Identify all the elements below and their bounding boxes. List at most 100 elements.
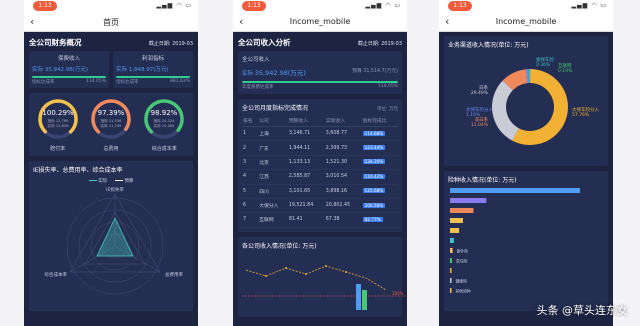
gauge-label: 综合成本率 — [151, 146, 177, 152]
table-cell-company: 互联网 — [258, 212, 288, 228]
table-row[interactable]: 6 大保分入 19,521.84 20,802.45 106.56% — [242, 198, 398, 214]
profit-actual-value: 1,848.97(万元) — [128, 67, 169, 73]
hbar[interactable] — [450, 218, 463, 223]
table-header[interactable]: 排名 — [242, 115, 259, 127]
hbar[interactable] — [450, 258, 452, 263]
table-row[interactable]: 3 北京 1,133.13 1,521.30 134.26% — [242, 155, 398, 171]
table-cell-company: 上海 — [258, 126, 288, 142]
donut-title: 业务渠道收入情况(单位: 万元) — [448, 42, 529, 49]
hbar[interactable] — [450, 248, 453, 253]
table-cell-company: 江苏 — [258, 169, 288, 185]
gauge-ring: 100.29% 指标 12,789 实际 12,826 — [37, 99, 78, 139]
gauge-ring: 98.92% 指标 24,324 实际 24,065 — [144, 99, 185, 139]
table-cell-ratio: 116.42% — [361, 169, 398, 185]
table-cell-actual: 3,898.16 — [324, 184, 362, 199]
radar-chart: IE损失率 总费用率 综合成本率 — [45, 186, 183, 295]
hbar-title: 险种收入情况(单位: 万元) — [448, 177, 517, 184]
page-title: Income_mobile — [495, 17, 557, 26]
table-cell-ratio: 125.68% — [361, 184, 398, 199]
budget-label: 预算 — [352, 69, 362, 74]
hbar[interactable] — [450, 198, 487, 203]
profit-card[interactable]: 利润指标 实际 1,848.97(万元) 指标达成率 881.63% — [113, 51, 193, 88]
table-cell-budget: 3,146.71 — [287, 126, 325, 142]
ratio-badge: 134.26% — [362, 159, 386, 165]
table-title: 全公司月度指标完成情况 — [242, 105, 309, 112]
hbar-card: 险种收入情况(单位: 万元) 意外险 责任险 健康险 其他险种 — [444, 171, 608, 311]
table-cell-rank: 5 — [242, 184, 259, 199]
premium-progress-pct: 114.05% — [85, 79, 106, 84]
premium-card[interactable]: 保费收入 实际 35,942.98(万元) 指标达成率 114.05% — [29, 51, 109, 88]
radar-axis-label: 综合成本率 — [45, 271, 68, 278]
gauge-combined-cost[interactable]: 98.92% 指标 24,324 实际 24,065 综合成本率 — [138, 97, 190, 152]
gauge-loss-ratio[interactable]: 100.29% 指标 12,789 实际 12,826 赔付率 — [32, 97, 84, 152]
table-cell-rank: 3 — [242, 155, 259, 171]
hbar[interactable] — [450, 208, 474, 213]
table-row[interactable]: 4 江苏 2,585.87 3,010.54 116.42% — [242, 169, 398, 185]
gauge-row1: 指标 12,789 — [47, 118, 69, 123]
income-progress-bar — [242, 81, 398, 83]
table-row[interactable]: 2 广东 1,944.11 2,399.73 123.44% — [242, 140, 398, 156]
table-cell-budget: 1,944.11 — [287, 140, 325, 156]
signal-wifi-battery-icon: ▂▄▆ ◠ ▭ — [571, 2, 607, 9]
gauge-row2: 实际 12,826 — [47, 123, 69, 128]
donut-label-name: 互联网 — [558, 62, 572, 69]
income-progress-label: 年度保费达成率 — [242, 85, 274, 90]
hbar[interactable] — [450, 238, 454, 243]
profit-progress-pct: 881.63% — [169, 79, 190, 84]
gauge-label: 赔付率 — [50, 146, 66, 152]
table-header[interactable]: 实际收入 — [324, 115, 362, 127]
donut-label-name: 壹保车险 — [536, 56, 554, 63]
hbar[interactable] — [450, 268, 452, 273]
table-header[interactable]: 公司 — [258, 115, 288, 127]
gauge-pct: 100.29% — [42, 109, 73, 117]
income-progress-fill — [242, 81, 398, 83]
hbar[interactable] — [450, 278, 452, 283]
hbar[interactable] — [450, 228, 460, 233]
table-header[interactable]: 预算收入 — [287, 115, 325, 127]
table-cell-ratio: 123.44% — [361, 140, 398, 156]
table-cell-actual: 2,399.73 — [324, 140, 362, 156]
premium-title: 保费收入 — [57, 56, 80, 62]
hbar-label: 其他险种 — [456, 289, 471, 294]
table-cell-rank: 1 — [242, 126, 259, 142]
radar-title: IE损失率、总费用率、综合成本率 — [33, 167, 123, 174]
table-cell-rank: 2 — [242, 140, 259, 156]
table-cell-ratio: 114.68% — [361, 126, 398, 142]
donut-label-pct: 57.76% — [572, 112, 590, 118]
table-cell-budget: 1,133.13 — [287, 155, 325, 171]
radar-axis-label: IE损失率 — [106, 186, 124, 193]
table-cell-company: 广东 — [258, 140, 288, 156]
table-cell-budget: 19,521.84 — [287, 198, 325, 214]
table-cell-budget: 81.41 — [287, 212, 325, 228]
date-label: 截止日期: 2019-03 — [148, 41, 193, 47]
monthly-table-card: 全公司月度指标完成情况 单位: 万元 排名 公司 预算收入 实际收入 指标完成比 1 上海… — [238, 99, 402, 232]
actual-value: 35,942.98(万元) — [254, 69, 306, 77]
hbar[interactable] — [450, 188, 580, 193]
table-row[interactable]: 1 上海 3,146.71 3,608.77 114.68% — [242, 126, 398, 142]
table-cell-company: 北京 — [258, 155, 288, 171]
gauge-ring: 97.39% 指标 11,536 实际 11,239 — [91, 99, 131, 139]
table-cell-company: 四川 — [258, 184, 288, 199]
section-title: 全公司财务概况 — [29, 38, 82, 47]
status-time: 1:13 — [33, 1, 57, 11]
section-title: 全公司收入分析 — [238, 38, 291, 47]
nav-bar: ‹ Income_mobile — [439, 12, 613, 32]
table-header[interactable]: 指标完成比 — [361, 115, 398, 127]
hbar[interactable] — [450, 288, 452, 293]
gauge-total-expense[interactable]: 97.39% 指标 11,536 实际 11,239 总费用 — [85, 97, 137, 152]
donut-slice[interactable] — [492, 80, 519, 141]
monthly-chart-card: 各公司收入情况(单位: 万元) 100% — [238, 236, 406, 317]
ratio-badge: 116.42% — [362, 173, 386, 179]
table-cell-actual: 20,802.45 — [324, 198, 362, 214]
donut-chart[interactable]: 大保车险分入57.76%日系29.49%非日系11.04%太保车险分入1.16%… — [448, 49, 612, 161]
table-row[interactable]: 5 四川 3,101.65 3,898.16 125.68% — [242, 184, 398, 199]
gauge-card: 100.29% 指标 12,789 实际 12,826 赔付率 97.39% 指… — [29, 93, 193, 156]
income-card[interactable]: 全公司收入 实际 35,942.98(万元) 预算 31,514.7(万元) 年… — [238, 51, 402, 94]
donut-label-name: 大保车险分入 — [572, 106, 599, 113]
status-bar: 1:13 ▂▄▆ ◠ ▭ — [439, 0, 613, 12]
ratio-badge: 125.68% — [362, 188, 386, 194]
profit-progress-fill — [116, 76, 190, 78]
donut-label-pct: 0.36% — [536, 62, 551, 68]
table-row[interactable]: 7 互联网 81.41 67.38 82.77% — [242, 212, 398, 228]
kpi-cards: 保费收入 实际 35,942.98(万元) 指标达成率 114.05% 利润指标 … — [24, 51, 198, 88]
